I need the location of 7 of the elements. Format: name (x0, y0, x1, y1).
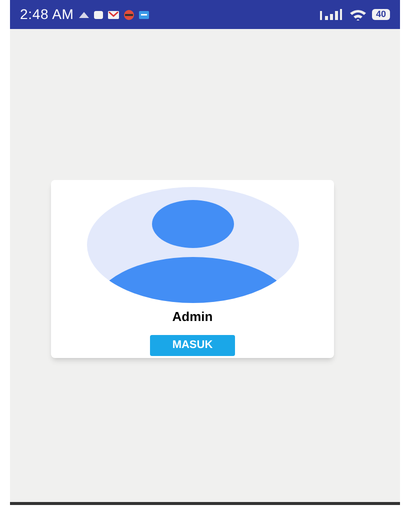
avatar-icon (86, 187, 298, 303)
battery-indicator: 40 (372, 9, 390, 20)
signal-icon (320, 9, 342, 20)
clock: 2:48 AM (20, 5, 74, 24)
login-button[interactable]: MASUK (150, 334, 235, 356)
wifi-icon (350, 8, 366, 20)
user-name: Admin (172, 308, 213, 326)
